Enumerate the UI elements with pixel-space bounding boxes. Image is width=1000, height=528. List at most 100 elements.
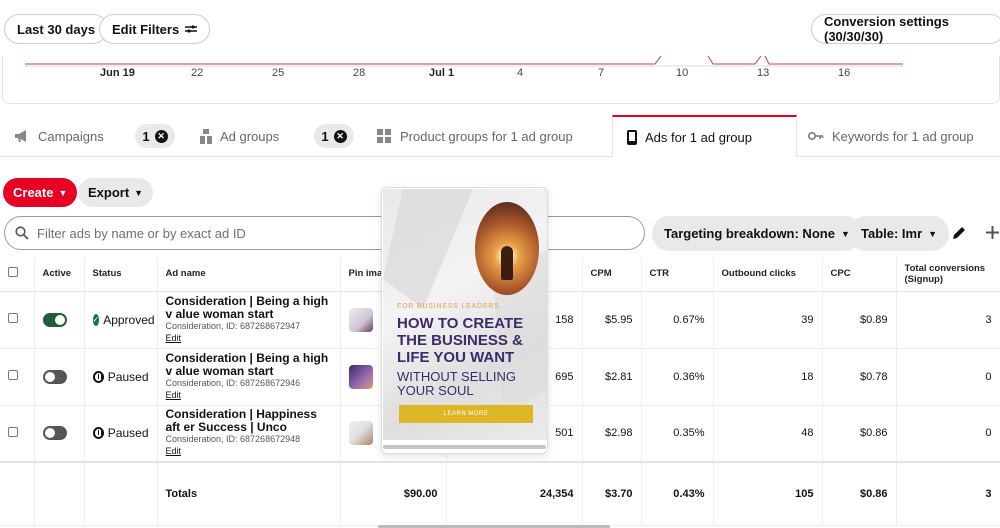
select-all-cell[interactable] — [0, 257, 35, 292]
ad-id: Consideration, ID: 687268672946 — [165, 377, 301, 388]
preview-scrollbar[interactable] — [383, 445, 546, 449]
conversions-cell: 0 — [896, 348, 1000, 406]
tab-ads[interactable]: Ads for 1 ad group — [612, 115, 797, 157]
outbound-clicks-cell: 48 — [713, 405, 823, 463]
axis-tick: 13 — [757, 67, 770, 79]
tabs-divider — [0, 156, 1000, 157]
edit-link[interactable]: Edit — [166, 445, 332, 458]
table-dropdown[interactable]: Table: Imr ▼ — [849, 216, 950, 251]
conversions-cell: 3 — [896, 291, 1000, 349]
learn-more-button: LEARN MORE — [399, 405, 533, 423]
active-toggle[interactable] — [42, 312, 67, 327]
pin-thumbnail[interactable] — [348, 421, 373, 446]
column-header[interactable]: Ad name — [157, 257, 341, 292]
pin-thumbnail[interactable] — [348, 364, 373, 389]
cpm-cell: $5.95 — [582, 291, 642, 349]
cpm-cell: $2.98 — [582, 405, 642, 463]
ad-id: Consideration, ID: 687268672948 — [165, 434, 301, 445]
total-cpc: $0.86 — [822, 461, 897, 526]
date-range-button[interactable]: Last 30 days — [4, 14, 109, 44]
targeting-breakdown-dropdown[interactable]: Targeting breakdown: None ▼ — [652, 216, 862, 251]
outbound-clicks-cell: 18 — [713, 348, 823, 406]
create-button[interactable]: Create ▼ — [3, 178, 78, 207]
tab-product-groups[interactable]: Product groups for 1 ad group — [377, 116, 573, 156]
close-icon[interactable]: ✕ — [333, 129, 347, 143]
sliders-icon — [185, 25, 198, 33]
export-button[interactable]: Export ▼ — [78, 178, 154, 207]
search-icon — [15, 226, 29, 240]
ctr-cell: 0.35% — [641, 405, 714, 463]
ad-name[interactable]: Consideration | Being a high v alue woma… — [166, 351, 332, 378]
total-impressions: 24,354 — [446, 461, 583, 526]
total-spend: $90.00 — [340, 461, 447, 526]
column-header[interactable]: CPC — [822, 257, 897, 292]
status-badge: Paused — [92, 370, 149, 384]
axis-tick: 4 — [517, 67, 524, 79]
edit-link[interactable]: Edit — [166, 332, 332, 345]
axis-tick: 25 — [272, 67, 285, 79]
axis-tick: 22 — [191, 67, 204, 79]
pencil-icon[interactable] — [951, 225, 967, 241]
megaphone-icon — [15, 130, 26, 142]
column-header[interactable]: Outbound clicks — [713, 257, 823, 292]
pause-icon — [92, 370, 104, 383]
chevron-down-icon: ▼ — [928, 228, 938, 239]
row-checkbox[interactable] — [8, 426, 18, 437]
active-toggle[interactable] — [42, 369, 67, 384]
search-bar[interactable] — [4, 216, 645, 250]
pause-icon — [92, 427, 104, 440]
campaign-filter-count[interactable]: 1 ✕ — [135, 124, 175, 148]
plus-icon[interactable] — [985, 225, 1000, 240]
outbound-clicks-cell: 39 — [713, 291, 823, 349]
conversions-cell: 0 — [896, 405, 1000, 463]
grid-icon — [377, 128, 391, 143]
pin-thumbnail[interactable] — [348, 307, 373, 332]
tab-ad-groups[interactable]: Ad groups — [200, 116, 279, 156]
phone-icon — [627, 129, 637, 145]
column-header[interactable]: CTR — [641, 257, 714, 292]
totals-label: Totals — [157, 461, 341, 526]
ctr-cell: 0.36% — [641, 348, 714, 406]
select-all-checkbox[interactable] — [8, 267, 18, 278]
chevron-down-icon: ▼ — [134, 187, 144, 198]
ad-name[interactable]: Consideration | Being a high v alue woma… — [166, 294, 332, 321]
cpc-cell: $0.86 — [822, 405, 897, 463]
edit-filters-button[interactable]: Edit Filters — [99, 14, 211, 44]
axis-tick: 10 — [676, 67, 689, 79]
check-circle-icon: ✓ — [92, 313, 100, 326]
pin-preview-popover: FOR BUSINESS LEADERS HOW TO CREATE THE B… — [381, 187, 548, 454]
total-conversions: 3 — [896, 461, 1000, 526]
cpc-cell: $0.89 — [822, 291, 897, 349]
close-icon[interactable]: ✕ — [154, 129, 168, 143]
row-checkbox[interactable] — [8, 313, 18, 323]
chevron-down-icon: ▼ — [58, 187, 68, 198]
column-header[interactable]: CPM — [582, 257, 642, 292]
pin-preview-image: FOR BUSINESS LEADERS HOW TO CREATE THE B… — [383, 189, 547, 440]
column-header[interactable]: Total conversions (Signup) — [896, 257, 1000, 292]
totals-row: Totals $90.00 24,354 $3.70 0.43% 105 $0.… — [0, 461, 1000, 526]
ad-group-filter-count[interactable]: 1 ✕ — [314, 124, 354, 148]
column-header[interactable]: Status — [84, 257, 158, 292]
conversion-settings-button[interactable]: Conversion settings (30/30/30) — [811, 14, 1000, 44]
axis-tick: 16 — [838, 67, 851, 79]
status-badge: Paused — [92, 426, 149, 440]
axis-tick: 28 — [353, 67, 366, 79]
row-checkbox[interactable] — [8, 370, 18, 380]
axis-tick: Jun 19 — [100, 67, 135, 79]
ad-name[interactable]: Consideration | Happiness aft er Success… — [166, 408, 332, 434]
status-badge: ✓ Approved — [92, 312, 155, 327]
column-header[interactable]: Active — [34, 257, 85, 292]
total-outbound-clicks: 105 — [713, 461, 823, 526]
sunset-photo — [475, 202, 539, 295]
ctr-cell: 0.67% — [641, 291, 714, 349]
cpc-cell: $0.78 — [822, 348, 897, 406]
preview-subtitle: WITHOUT SELLING YOUR SOUL — [397, 369, 516, 398]
active-toggle[interactable] — [42, 426, 67, 441]
preview-kicker: FOR BUSINESS LEADERS — [397, 303, 500, 310]
preview-title: HOW TO CREATE THE BUSINESS & LIFE YOU WA… — [397, 315, 524, 366]
tab-campaigns[interactable]: Campaigns — [14, 116, 104, 156]
tab-keywords[interactable]: Keywords for 1 ad group — [808, 116, 974, 156]
total-cpm: $3.70 — [582, 461, 642, 526]
cpm-cell: $2.81 — [582, 348, 642, 406]
edit-link[interactable]: Edit — [166, 389, 332, 402]
